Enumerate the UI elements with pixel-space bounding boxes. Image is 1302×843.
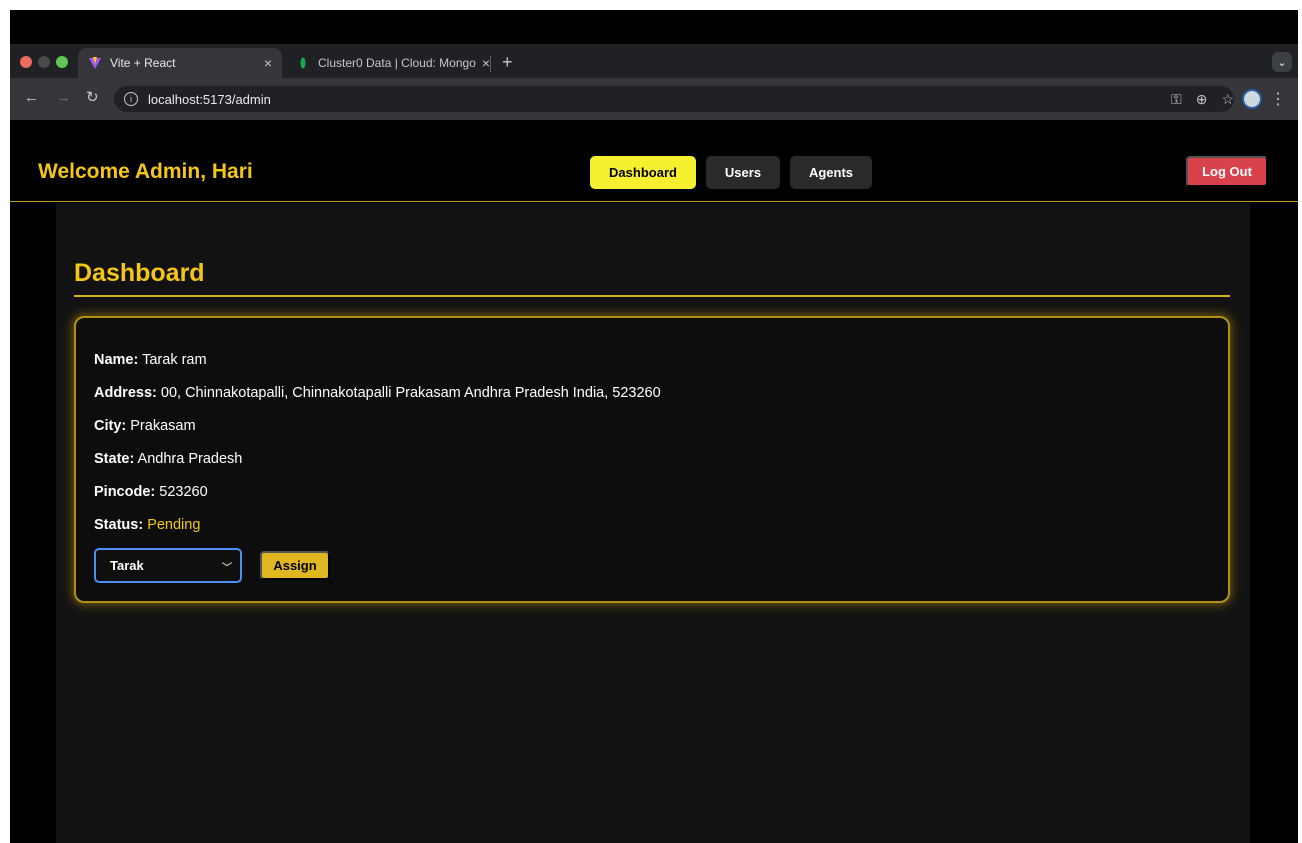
- state-label: State:: [94, 451, 135, 467]
- back-icon[interactable]: ←: [24, 90, 39, 106]
- page-title: Dashboard: [74, 259, 205, 287]
- nav-agents-button[interactable]: Agents: [790, 156, 872, 189]
- city-row: City: Prakasam: [94, 418, 196, 434]
- close-window-button[interactable]: [20, 56, 32, 68]
- nav-users-button[interactable]: Users: [706, 156, 780, 189]
- omnibox-actions: ⚿ ⊕ ☆: [1171, 91, 1234, 108]
- address-bar[interactable]: i localhost:5173/admin: [114, 86, 1234, 112]
- address-label: Address:: [94, 385, 157, 401]
- app-header: Welcome Admin, Hari Dashboard Users Agen…: [10, 120, 1298, 202]
- mongodb-leaf-icon: [296, 56, 310, 70]
- tab-separator: [490, 56, 491, 72]
- state-value: Andhra Pradesh: [137, 451, 243, 467]
- info-icon[interactable]: i: [124, 92, 138, 106]
- new-tab-button[interactable]: +: [502, 52, 513, 73]
- reload-icon[interactable]: ↻: [86, 90, 99, 106]
- tab-close-icon[interactable]: ×: [482, 55, 490, 71]
- status-label: Status:: [94, 517, 144, 533]
- state-row: State: Andhra Pradesh: [94, 451, 242, 467]
- tab-mongodb-cluster[interactable]: Cluster0 Data | Cloud: Mongo ×: [286, 48, 500, 78]
- app-root: Welcome Admin, Hari Dashboard Users Agen…: [10, 120, 1298, 843]
- tab-close-icon[interactable]: ×: [264, 55, 272, 71]
- assign-button[interactable]: Assign: [260, 551, 330, 580]
- pincode-value: 523260: [159, 484, 208, 500]
- url-text: localhost:5173/admin: [148, 91, 271, 107]
- name-label: Name:: [94, 352, 139, 368]
- tab-search-button[interactable]: ⌄: [1272, 52, 1292, 72]
- title-divider: [74, 295, 1230, 297]
- name-row: Name: Tarak ram: [94, 352, 207, 368]
- agent-select-value: Tarak: [110, 558, 144, 573]
- city-label: City:: [94, 418, 127, 434]
- pincode-label: Pincode:: [94, 484, 156, 500]
- agent-select[interactable]: Tarak ﹀: [94, 548, 242, 583]
- vite-logo-icon: [88, 56, 102, 70]
- city-value: Prakasam: [130, 418, 196, 434]
- browser-window: Vite + React × Cluster0 Data | Cloud: Mo…: [10, 10, 1298, 843]
- main-nav: Dashboard Users Agents: [590, 156, 872, 189]
- chevron-down-icon: ﹀: [222, 563, 232, 574]
- maximize-window-button[interactable]: [56, 56, 68, 68]
- welcome-heading: Welcome Admin, Hari: [38, 160, 253, 183]
- name-value: Tarak ram: [142, 352, 207, 368]
- tab-title: Cluster0 Data | Cloud: Mongo: [318, 56, 476, 70]
- status-row: Status: Pending: [94, 517, 200, 533]
- profile-avatar[interactable]: [1242, 89, 1262, 109]
- complaint-card: Name: Tarak ram Address: 00, Chinnakotap…: [74, 316, 1230, 603]
- star-icon[interactable]: ☆: [1221, 91, 1234, 108]
- minimize-window-button[interactable]: [38, 56, 50, 68]
- menu-icon[interactable]: ⋮: [1270, 89, 1286, 109]
- title-bar: [10, 10, 1298, 44]
- nav-dashboard-button[interactable]: Dashboard: [590, 156, 696, 189]
- pincode-row: Pincode: 523260: [94, 484, 208, 500]
- main-content: Dashboard Name: Tarak ram Address: 00, C…: [56, 203, 1250, 843]
- tab-strip: Vite + React × Cluster0 Data | Cloud: Mo…: [10, 44, 1298, 78]
- key-icon[interactable]: ⚿: [1171, 91, 1182, 108]
- forward-icon[interactable]: →: [56, 90, 71, 106]
- tab-vite-react[interactable]: Vite + React ×: [78, 48, 282, 78]
- zoom-icon[interactable]: ⊕: [1196, 91, 1208, 108]
- status-value: Pending: [147, 517, 201, 533]
- logout-button[interactable]: Log Out: [1186, 156, 1268, 187]
- tab-title: Vite + React: [110, 56, 176, 70]
- address-row: Address: 00, Chinnakotapalli, Chinnakota…: [94, 385, 661, 401]
- browser-toolbar: ← → ↻ i localhost:5173/admin ⚿ ⊕ ☆ ⋮: [10, 78, 1298, 120]
- address-value: 00, Chinnakotapalli, Chinnakotapalli Pra…: [160, 385, 661, 401]
